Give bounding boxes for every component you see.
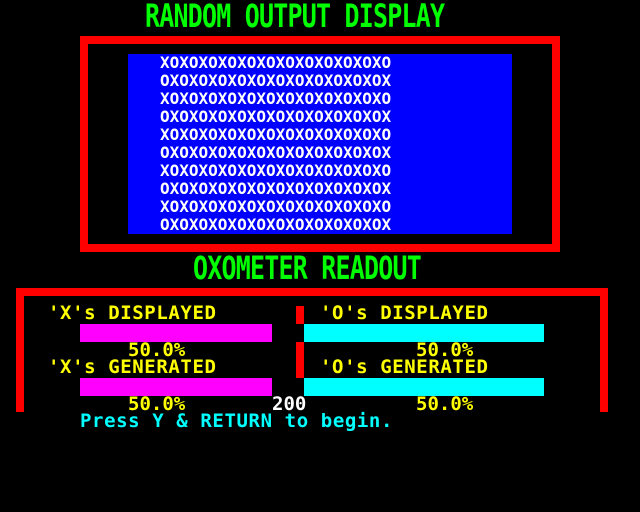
readout-frame-top: [16, 288, 608, 296]
grid-row: OXOXOXOXOXOXOXOXOXOXOXOX: [160, 71, 392, 90]
center-divider-upper: [296, 306, 304, 324]
o-generated-label: 'O's GENERATED: [320, 356, 489, 378]
grid-row: OXOXOXOXOXOXOXOXOXOXOXOX: [160, 143, 392, 162]
grid-row: XOXOXOXOXOXOXOXOXOXOXOXO: [160, 125, 392, 144]
o-displayed-label: 'O's DISPLAYED: [320, 302, 489, 324]
x-displayed-label: 'X's DISPLAYED: [48, 302, 217, 324]
readout-frame-left: [16, 288, 24, 412]
center-divider-lower: [296, 342, 304, 378]
readout-title: OXOMETER READOUT: [193, 249, 422, 287]
grid-row: OXOXOXOXOXOXOXOXOXOXOXOX: [160, 107, 392, 126]
grid-row: OXOXOXOXOXOXOXOXOXOXOXOX: [160, 215, 392, 234]
output-grid: XOXOXOXOXOXOXOXOXOXOXOXO OXOXOXOXOXOXOXOX…: [160, 54, 391, 234]
grid-row: XOXOXOXOXOXOXOXOXOXOXOXO: [160, 161, 392, 180]
grid-row: XOXOXOXOXOXOXOXOXOXOXOXO: [160, 197, 392, 216]
grid-row: XOXOXOXOXOXOXOXOXOXOXOXO: [160, 53, 392, 72]
grid-row: OXOXOXOXOXOXOXOXOXOXOXOX: [160, 179, 392, 198]
display-title: RANDOM OUTPUT DISPLAY: [145, 0, 445, 35]
o-generated-percent: 50.0%: [416, 393, 474, 415]
output-grid-panel: XOXOXOXOXOXOXOXOXOXOXOXO OXOXOXOXOXOXOXOX…: [128, 54, 512, 234]
start-prompt: Press Y & RETURN to begin.: [80, 410, 394, 432]
grid-row: XOXOXOXOXOXOXOXOXOXOXOXO: [160, 89, 392, 108]
x-generated-label: 'X's GENERATED: [48, 356, 217, 378]
